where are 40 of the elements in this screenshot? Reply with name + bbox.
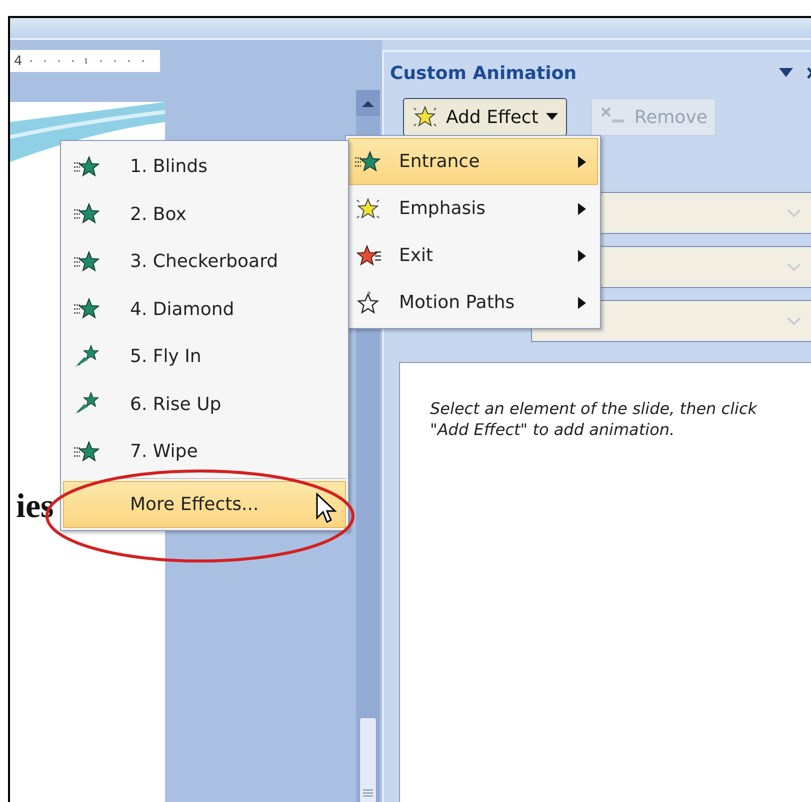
star-icon — [74, 250, 100, 274]
menu-item[interactable]: 1. Blinds — [63, 143, 346, 190]
chevron-icon — [787, 208, 801, 218]
submenu-arrow-icon — [577, 296, 587, 310]
menu-item[interactable]: Entrance — [348, 138, 598, 185]
menu-item[interactable]: Exit — [348, 232, 598, 279]
menu-item[interactable]: More Effects... — [63, 480, 346, 528]
chevron-icon — [787, 262, 801, 272]
scroll-thumb[interactable] — [359, 717, 377, 802]
star-icon — [355, 196, 381, 220]
dropdown-icon[interactable] — [779, 68, 793, 78]
submenu-arrow-icon — [577, 248, 587, 262]
chevron-icon — [787, 316, 801, 326]
menu-item[interactable]: 4. Diamond — [63, 286, 346, 333]
star-icon — [412, 105, 438, 129]
ruler-number: 4 — [14, 54, 22, 68]
add-effect-button[interactable]: Add Effect — [403, 98, 568, 136]
star-icon — [74, 392, 100, 416]
menu-item[interactable]: Motion Paths — [348, 279, 598, 326]
menu-item[interactable]: 2. Box — [63, 190, 346, 238]
menu-item[interactable]: 7. Wipe — [63, 428, 346, 476]
cursor-icon — [315, 492, 339, 526]
star-icon — [74, 344, 100, 369]
menu-item[interactable]: 3. Checkerboard — [63, 238, 346, 286]
pane-title: Custom Animation — [390, 62, 578, 84]
scroll-up-icon[interactable] — [362, 99, 374, 107]
menu-item[interactable]: 5. Fly In — [63, 333, 346, 380]
star-icon — [355, 150, 381, 174]
star-icon — [355, 290, 381, 314]
star-icon — [74, 440, 100, 464]
star-icon — [74, 154, 100, 179]
star-icon — [74, 297, 100, 322]
menu-item[interactable]: Emphasis — [348, 185, 598, 232]
menu-item[interactable]: 6. Rise Up — [63, 380, 346, 428]
star-icon — [74, 202, 100, 226]
hint-text: Select an element of the slide, then click "Add Effect" to add animation. — [430, 399, 758, 441]
caret-icon — [546, 113, 558, 121]
submenu-arrow-icon — [577, 202, 587, 216]
star-icon — [355, 244, 381, 268]
submenu-arrow-icon — [577, 154, 587, 168]
